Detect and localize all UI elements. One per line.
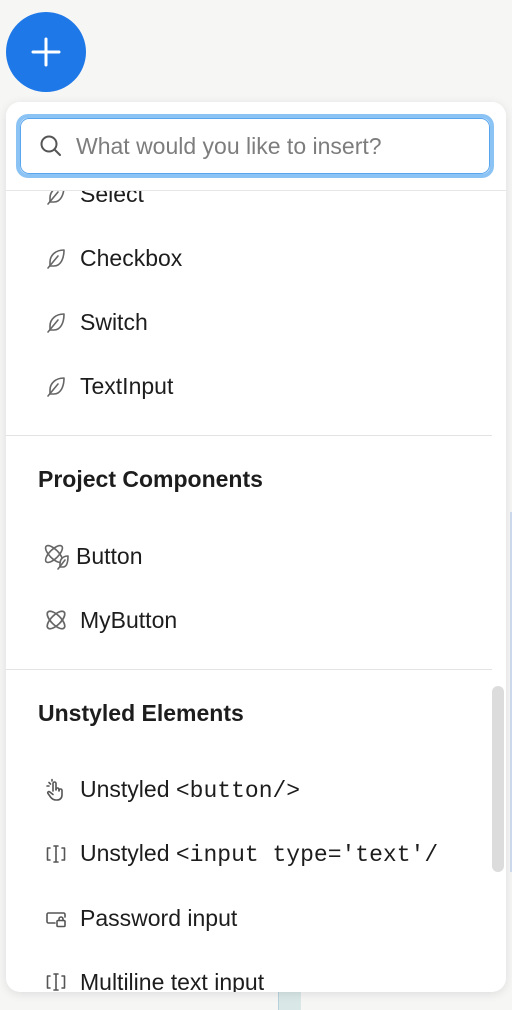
list-item-switch[interactable]: Switch: [6, 292, 492, 352]
list-item-button[interactable]: Button: [6, 526, 492, 586]
list-item-label: MyButton: [80, 606, 178, 633]
lock-input-icon: [42, 904, 70, 932]
feather-icon: [42, 244, 70, 272]
code-tag: <button/>: [175, 778, 301, 804]
list-item-label: Multiline text input: [80, 968, 265, 993]
list-item-textinput[interactable]: TextInput: [6, 356, 492, 416]
search-icon: [40, 135, 61, 156]
list-item-label: Password input: [80, 904, 238, 931]
hand-pointer-icon: [42, 776, 70, 804]
unstyled-prefix: Unstyled: [80, 840, 170, 866]
scrollbar-thumb[interactable]: [492, 686, 504, 872]
list-item-unstyled-button[interactable]: Unstyled <button/>: [6, 760, 492, 820]
list-item-label: Checkbox: [80, 244, 183, 271]
section-heading-unstyled-elements: Unstyled Elements: [38, 700, 244, 726]
text-cursor-icon: [42, 840, 70, 868]
list-item-mybutton[interactable]: MyButton: [6, 590, 492, 650]
list-item-label: Unstyled <button/>: [80, 776, 300, 804]
list-item-label: Button: [76, 542, 143, 569]
plus-icon: [31, 37, 61, 67]
list-item-unstyled-input[interactable]: Unstyled <input type='text'/: [6, 824, 492, 884]
atom-icon: [42, 542, 70, 570]
search-box[interactable]: [16, 114, 494, 178]
search-input[interactable]: [76, 132, 476, 160]
section-divider: [6, 669, 492, 670]
feather-icon: [42, 372, 70, 400]
list-item-label: TextInput: [80, 372, 174, 399]
atom-icon: [42, 606, 70, 634]
list-item-checkbox[interactable]: Checkbox: [6, 228, 492, 288]
list-item-password-input[interactable]: Password input: [6, 888, 492, 948]
list-item-multiline-input[interactable]: Multiline text input: [6, 952, 492, 992]
insert-fab-button[interactable]: [6, 12, 86, 92]
list-item-label: Switch: [80, 308, 148, 335]
unstyled-prefix: Unstyled: [80, 776, 170, 802]
section-heading-project-components: Project Components: [38, 466, 263, 492]
insert-menu-panel: Select Checkbox Switch TextInput Project…: [6, 102, 506, 992]
multiline-cursor-icon: [42, 968, 70, 992]
canvas-element: [278, 992, 301, 1010]
section-divider: [6, 435, 492, 436]
list-item-label: Unstyled <input type='text'/: [80, 840, 438, 868]
search-header: [6, 102, 506, 191]
code-tag: <input type='text'/: [175, 842, 439, 868]
feather-icon: [42, 308, 70, 336]
